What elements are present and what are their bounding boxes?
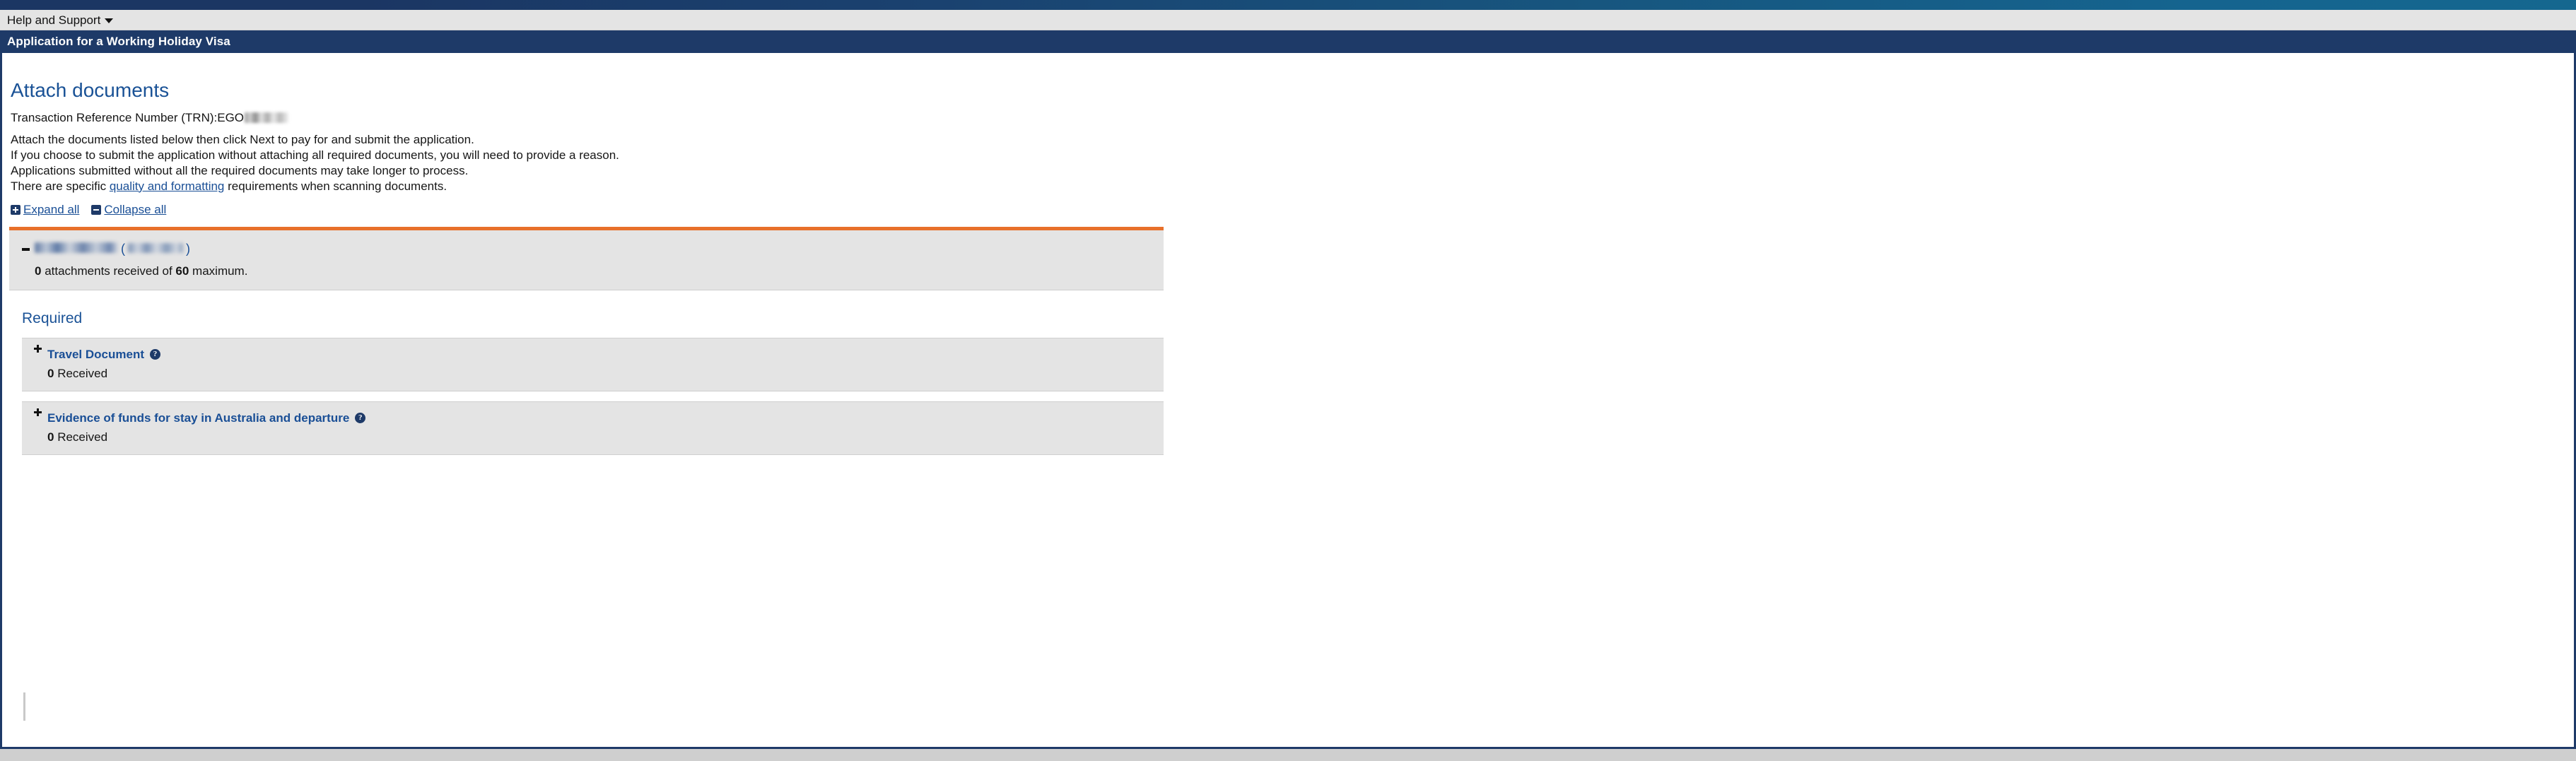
document-received-label: Received [54, 430, 108, 444]
collapse-all-button[interactable]: Collapse all [91, 203, 166, 217]
instruction-line-2: If you choose to submit the application … [11, 148, 619, 163]
attachments-mid-text: attachments received of [41, 264, 176, 278]
applicant-name-link[interactable]: ( ) [33, 242, 190, 257]
expand-all-button[interactable]: Expand all [11, 203, 79, 217]
transaction-reference-line: Transaction Reference Number (TRN):EGO [9, 102, 2567, 126]
page-frame: Application for a Working Holiday Visa A… [0, 30, 2576, 749]
plus-square-icon [11, 205, 21, 216]
document-row[interactable]: Travel Document ? 0 Received [22, 337, 1164, 391]
applicant-collapse-toggle-icon[interactable] [18, 242, 33, 252]
help-and-support-menu[interactable]: Help and Support [0, 13, 114, 27]
applicant-dob-close-paren: ) [186, 242, 190, 256]
document-title-link[interactable]: Travel Document [47, 348, 144, 362]
quality-formatting-line: There are specific quality and formattin… [9, 179, 2567, 194]
document-received-status: 0 Received [47, 425, 1164, 444]
applicant-attachment-count: 0 attachments received of 60 maximum. [9, 257, 1164, 290]
document-title-line: Evidence of funds for stay in Australia … [47, 411, 1164, 425]
application-title-band: Application for a Working Holiday Visa [0, 30, 2576, 53]
scrollbar-thumb[interactable] [23, 692, 25, 721]
content-inner: Attach documents Transaction Reference N… [2, 53, 2574, 747]
document-row-body: Evidence of funds for stay in Australia … [47, 402, 1164, 454]
attachments-suffix-text: maximum. [189, 264, 248, 278]
document-expand-toggle-icon[interactable] [32, 338, 47, 353]
instruction-line-3: Applications submitted without all the r… [11, 163, 469, 177]
chevron-down-icon [105, 18, 114, 23]
applicant-dob-open-paren: ( [121, 242, 125, 256]
trn-label: Transaction Reference Number (TRN):EGO [11, 110, 245, 124]
document-title-line: Travel Document ? [47, 348, 1164, 362]
help-and-support-label: Help and Support [7, 13, 101, 27]
attachments-maximum-count: 60 [175, 264, 189, 278]
brand-gradient-bar [0, 0, 2576, 10]
footer-strip [0, 749, 2576, 761]
application-title: Application for a Working Holiday Visa [7, 35, 230, 48]
required-documents-section: Required Travel Document ? 0 Received Ev… [9, 290, 1164, 456]
question-mark-icon[interactable]: ? [150, 349, 160, 360]
question-mark-icon[interactable]: ? [355, 413, 366, 424]
quality-and-formatting-link[interactable]: quality and formatting [110, 179, 225, 193]
expand-collapse-toolbar: Expand all Collapse all [9, 194, 2567, 217]
document-expand-toggle-icon[interactable] [32, 402, 47, 416]
required-document-list: Travel Document ? 0 Received Evidence of… [9, 337, 1164, 456]
content-panel: Attach documents Transaction Reference N… [0, 53, 2576, 749]
required-section-heading: Required [22, 310, 83, 327]
document-title-link[interactable]: Evidence of funds for stay in Australia … [47, 411, 349, 425]
trn-redaction [245, 112, 289, 123]
instruction-line-1: Attach the documents listed below then c… [11, 133, 474, 147]
quality-line-prefix: There are specific [11, 179, 110, 193]
utility-bar: Help and Support [0, 10, 2576, 30]
document-row[interactable]: Evidence of funds for stay in Australia … [22, 401, 1164, 456]
minus-square-icon [91, 205, 102, 216]
applicant-dob-redaction [128, 243, 183, 254]
quality-line-suffix: requirements when scanning documents. [224, 179, 447, 193]
document-received-status: 0 Received [47, 362, 1164, 381]
collapse-all-label: Collapse all [104, 203, 167, 217]
document-row-body: Travel Document ? 0 Received [47, 338, 1164, 391]
expand-all-label: Expand all [23, 203, 80, 217]
applicant-accordion[interactable]: ( ) 0 attachments received of 60 maximum… [9, 227, 1164, 291]
applicant-name-redaction [35, 242, 118, 254]
applicant-accordion-header[interactable]: ( ) [9, 230, 1164, 257]
page-title: Attach documents [11, 79, 170, 101]
document-received-label: Received [54, 366, 108, 380]
